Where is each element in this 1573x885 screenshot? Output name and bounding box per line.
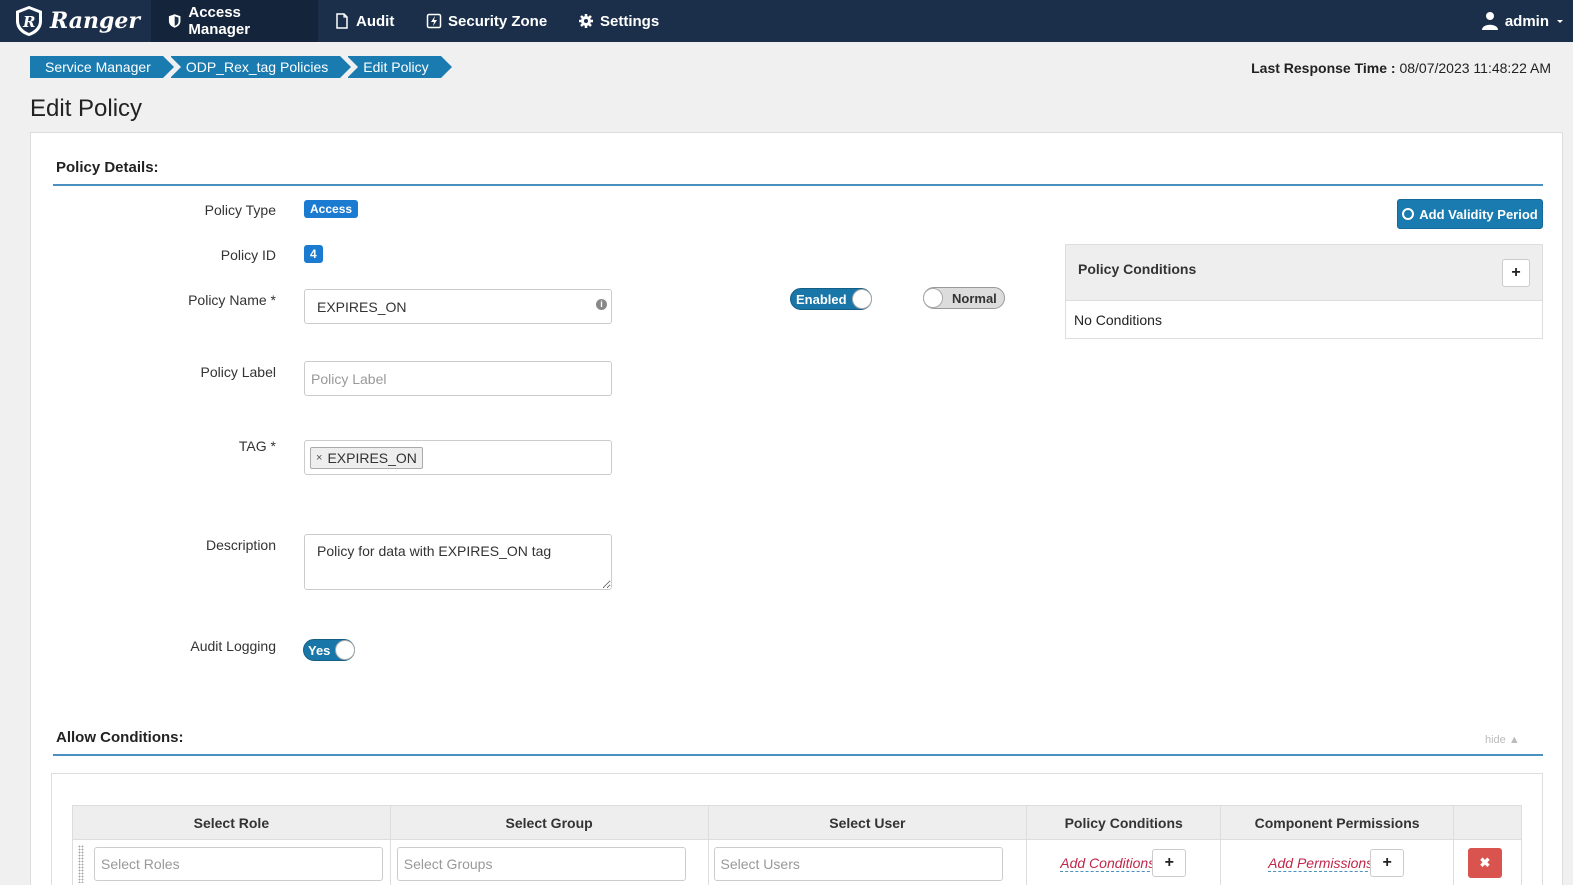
permissions-table: Select Role Select Group Select User Pol… [72,805,1522,885]
col-select-user: Select User [707,805,1028,840]
breadcrumb-service-manager[interactable]: Service Manager [30,56,174,78]
add-conditions-button[interactable]: + [1152,849,1187,877]
ranger-logo-icon: R [16,6,42,36]
toggle-knob [335,640,355,660]
tag-select[interactable]: × EXPIRES_ON [304,440,612,475]
nav-audit[interactable]: Audit [318,0,410,42]
tag-chip-label: EXPIRES_ON [327,449,417,466]
lightning-box-icon [426,13,442,29]
nav-security-zone[interactable]: Security Zone [410,0,563,42]
toggle-knob [852,289,872,309]
tag-chip: × EXPIRES_ON [310,446,423,469]
user-name: admin [1504,12,1549,30]
select-groups-input[interactable]: Select Groups [396,847,686,881]
add-permissions-link[interactable]: Add Permissions [1268,855,1374,872]
policy-name-value: EXPIRES_ON [317,298,407,315]
nav-settings-label: Settings [600,12,660,30]
nav-access-manager[interactable]: Access Manager [151,0,318,42]
brand-name: Ranger [50,8,141,34]
description-label: Description [205,537,276,553]
policy-id-label: Policy ID [220,247,276,263]
nav-settings[interactable]: Settings [562,0,675,42]
svg-text:R: R [22,13,35,31]
info-icon: i [596,299,607,310]
enabled-toggle-label: Enabled [796,291,847,307]
add-permissions-button[interactable]: + [1370,849,1405,877]
col-actions [1453,805,1522,840]
allow-conditions-box: Select Role Select Group Select User Pol… [51,773,1543,885]
policy-conditions-title: Policy Conditions [1078,261,1197,277]
page-title: Edit Policy [30,95,143,122]
table-header-row: Select Role Select Group Select User Pol… [72,805,1522,840]
last-response-time: Last Response Time : 08/07/2023 11:48:22… [1251,60,1551,76]
policy-conditions-header: Policy Conditions + [1066,245,1542,301]
remove-tag-icon[interactable]: × [316,452,322,464]
nav-security-zone-label: Security Zone [448,12,548,30]
breadcrumb-edit-policy: Edit Policy [347,56,452,78]
top-navbar: R Ranger Access Manager Audit Security Z… [0,0,1573,42]
policy-id-badge: 4 [304,245,323,263]
col-component-permissions: Component Permissions [1220,805,1454,840]
file-icon [336,13,348,29]
drag-handle-icon[interactable] [78,845,84,883]
policy-form-panel: Policy Details: Policy Type Access Polic… [30,132,1563,885]
col-select-role: Select Role [72,805,391,840]
description-textarea[interactable]: Policy for data with EXPIRES_ON tag [304,534,612,590]
delete-row-button[interactable]: ✖ [1468,848,1502,878]
col-select-group: Select Group [389,805,709,840]
brand[interactable]: R Ranger [14,4,140,38]
breadcrumb: Service Manager ODP_Rex_tag Policies Edi… [30,56,452,78]
user-icon [1481,12,1498,30]
gear-icon [579,14,593,28]
add-policy-condition-button[interactable]: + [1502,259,1530,287]
policy-label-input[interactable]: Policy Label [304,361,612,396]
add-conditions-link[interactable]: Add Conditions [1060,855,1156,872]
audit-logging-value: Yes [308,642,331,658]
caret-down-icon [1557,20,1563,23]
toggle-knob [923,288,943,308]
policy-type-label: Policy Type [204,202,276,218]
policy-name-label: Policy Name * [188,292,276,308]
policy-details-heading: Policy Details: [53,159,1543,186]
add-validity-period-button[interactable]: Add Validity Period [1397,199,1543,229]
allow-conditions-heading: Allow Conditions: [53,729,1543,756]
shield-icon [168,14,181,28]
tag-label: TAG * [238,438,276,454]
last-response-label: Last Response Time : [1251,60,1396,76]
policy-type-badge: Access [304,200,359,218]
policy-priority-toggle[interactable]: Normal [923,287,1005,309]
policy-name-input[interactable]: EXPIRES_ON i [304,289,612,324]
audit-logging-label: Audit Logging [190,638,276,654]
breadcrumb-policies[interactable]: ODP_Rex_tag Policies [169,56,352,78]
select-users-input[interactable]: Select Users [713,847,1003,881]
clock-icon [1402,208,1415,220]
col-policy-conditions: Policy Conditions [1026,805,1222,840]
user-menu[interactable]: admin [1481,0,1565,42]
select-roles-input[interactable]: Select Roles [94,847,383,881]
hide-allow-conditions-link[interactable]: hide ▲ [1485,734,1520,746]
add-validity-period-label: Add Validity Period [1419,206,1538,222]
policy-label-label: Policy Label [200,364,277,380]
audit-logging-toggle[interactable]: Yes [303,639,355,661]
table-row: Select Roles Select Groups Select Users … [72,839,1522,885]
hide-link-label: hide [1485,734,1506,746]
policy-conditions-box: Policy Conditions + No Conditions [1065,244,1543,339]
enabled-toggle[interactable]: Enabled [790,288,872,310]
nav-access-manager-label: Access Manager [188,4,251,38]
no-conditions-text: No Conditions [1074,312,1162,328]
last-response-value: 08/07/2023 11:48:22 AM [1399,60,1551,76]
nav-audit-label: Audit [356,12,395,30]
